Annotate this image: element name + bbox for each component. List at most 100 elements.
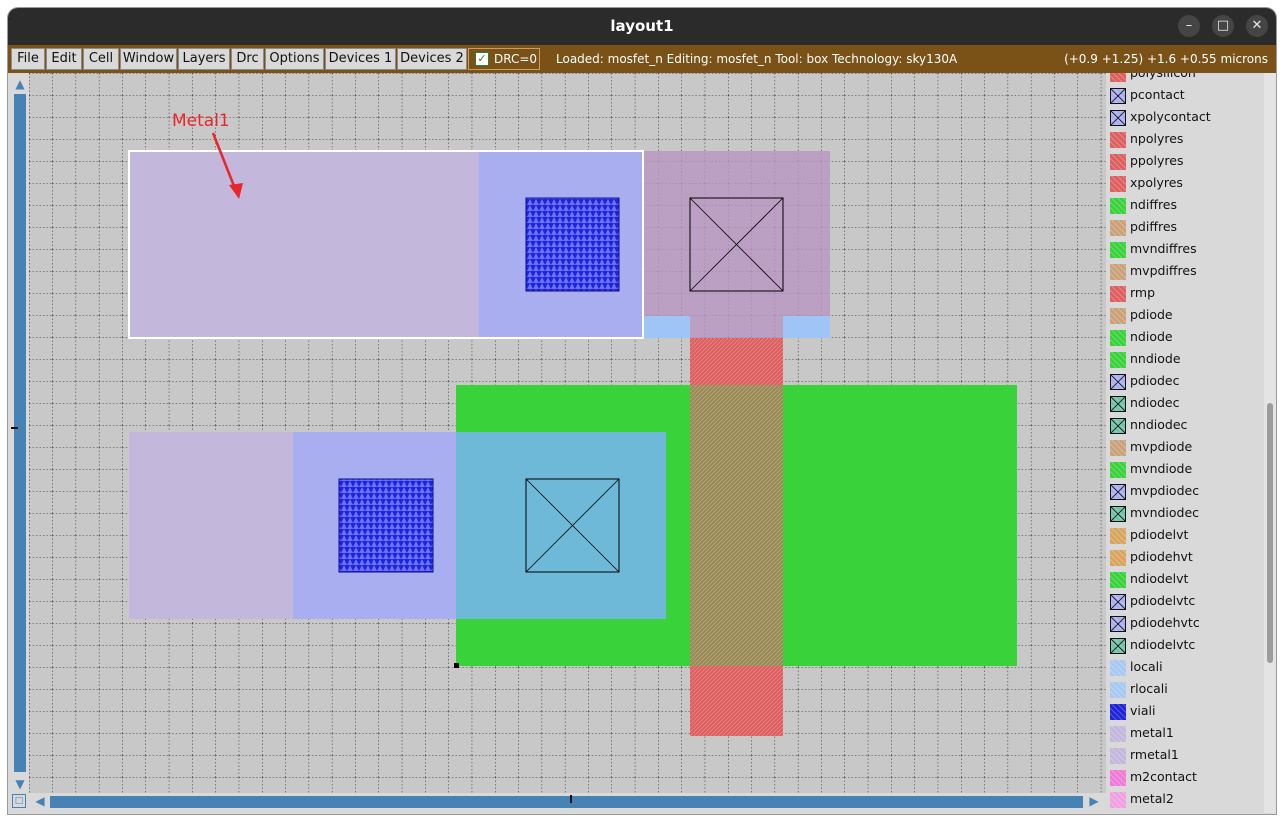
layer-item-ndiode[interactable]: ndiode: [1107, 327, 1264, 349]
layer-item-npolyres[interactable]: npolyres: [1107, 129, 1264, 151]
cursor-coordinates: (+0.9 +1.25) +1.6 +0.55 microns: [1064, 52, 1268, 66]
menu-devices-1[interactable]: Devices 1: [325, 48, 396, 70]
layer-item-rmetal1[interactable]: rmetal1: [1107, 745, 1264, 767]
checkmark-icon[interactable]: ✓: [475, 52, 489, 66]
layer-item-ndiffres[interactable]: ndiffres: [1107, 195, 1264, 217]
layer-label: npolyres: [1130, 131, 1184, 146]
li-swatch-icon: [1110, 682, 1126, 698]
menu-options[interactable]: Options: [265, 48, 324, 70]
res-swatch-icon: [1110, 286, 1126, 302]
menu-cell[interactable]: Cell: [83, 48, 119, 70]
metal-swatch-icon: [1110, 726, 1126, 742]
diode-swatch-icon: [1110, 462, 1126, 478]
diff-swatch-icon: [1110, 220, 1126, 236]
scroll-up-arrow-icon[interactable]: ▲: [12, 76, 28, 92]
drc-toggle[interactable]: ✓ DRC=0: [468, 48, 540, 70]
menu-devices-2[interactable]: Devices 2: [397, 48, 467, 70]
status-text: Loaded: mosfet_n Editing: mosfet_n Tool:…: [556, 52, 958, 66]
layer-item-pdiffres[interactable]: pdiffres: [1107, 217, 1264, 239]
layer-item-xpolyres[interactable]: xpolyres: [1107, 173, 1264, 195]
diode-swatch-icon: [1110, 440, 1126, 456]
layer-item-rlocali[interactable]: rlocali: [1107, 679, 1264, 701]
layer-item-pdiodec[interactable]: pdiodec: [1107, 371, 1264, 393]
layout-window: layout1 – □ ✕ File Edit Cell Window Laye…: [8, 8, 1276, 814]
layer-label: pdiodelvt: [1130, 527, 1189, 542]
metal-swatch-icon: [1110, 748, 1126, 764]
menu-window[interactable]: Window: [120, 48, 177, 70]
layer-label: metal1: [1130, 725, 1174, 740]
menu-layers[interactable]: Layers: [178, 48, 230, 70]
layer-item-mvndiode[interactable]: mvndiode: [1107, 459, 1264, 481]
horizontal-scroll-track[interactable]: [50, 795, 1083, 808]
layer-label: rmetal1: [1130, 747, 1179, 762]
layer-item-m2contact[interactable]: m2contact: [1107, 767, 1264, 789]
layer-item-xpolycontact[interactable]: xpolycontact: [1107, 107, 1264, 129]
layer-item-ndiodelvt[interactable]: ndiodelvt: [1107, 569, 1264, 591]
diff-swatch-icon: [1110, 198, 1126, 214]
minimize-button[interactable]: –: [1178, 15, 1200, 37]
layer-item-mvndiodec[interactable]: mvndiodec: [1107, 503, 1264, 525]
layer-item-pdiodehvt[interactable]: pdiodehvt: [1107, 547, 1264, 569]
layer-item-locali[interactable]: locali: [1107, 657, 1264, 679]
layer-item-nndiodec[interactable]: nndiodec: [1107, 415, 1264, 437]
layer-item-ndiodelvtc[interactable]: ndiodelvtc: [1107, 635, 1264, 657]
close-button[interactable]: ✕: [1246, 15, 1268, 37]
layer-item-mvndiffres[interactable]: mvndiffres: [1107, 239, 1264, 261]
layer-label: pcontact: [1130, 87, 1185, 102]
palette-scrollbar[interactable]: [1264, 73, 1276, 813]
layer-label: m2contact: [1130, 769, 1197, 784]
li-on-diff: [456, 432, 666, 619]
layer-item-mvpdiodec[interactable]: mvpdiodec: [1107, 481, 1264, 503]
palette-scroll-thumb[interactable]: [1267, 403, 1273, 663]
layer-label: mvndiode: [1130, 461, 1193, 476]
diode-swatch-icon: [1110, 572, 1126, 588]
maximize-button[interactable]: □: [1212, 15, 1234, 37]
contact-swatch-icon: [1110, 484, 1126, 500]
layer-item-ndiodec[interactable]: ndiodec: [1107, 393, 1264, 415]
contact-swatch-icon: [1110, 770, 1126, 786]
title-bar[interactable]: layout1 – □ ✕: [8, 8, 1276, 45]
layout-drawing[interactable]: [29, 73, 1106, 793]
layer-item-pdiodelvtc[interactable]: pdiodelvtc: [1107, 591, 1264, 613]
layer-item-viali[interactable]: viali: [1107, 701, 1264, 723]
layer-label: mvpdiffres: [1130, 263, 1197, 278]
diode-swatch-icon: [1110, 352, 1126, 368]
layout-canvas[interactable]: Metal1: [29, 73, 1106, 793]
layer-item-pcontact[interactable]: pcontact: [1107, 85, 1264, 107]
contact-swatch-icon: [1110, 418, 1126, 434]
contact-swatch-icon: [1110, 638, 1126, 654]
scroll-right-arrow-icon[interactable]: ▶: [1086, 793, 1102, 809]
menu-file[interactable]: File: [11, 48, 45, 70]
zoom-box-icon[interactable]: □: [12, 794, 26, 808]
layer-item-nndiode[interactable]: nndiode: [1107, 349, 1264, 371]
layer-label: xpolyres: [1130, 175, 1183, 190]
menu-edit[interactable]: Edit: [46, 48, 82, 70]
layer-item-ppolyres[interactable]: ppolyres: [1107, 151, 1264, 173]
drc-count: DRC=0: [494, 52, 538, 66]
layer-label: pdiodehvtc: [1130, 615, 1200, 630]
poly-swatch-icon: [1110, 73, 1126, 82]
diode-swatch-icon: [1110, 330, 1126, 346]
layer-item-pdiode[interactable]: pdiode: [1107, 305, 1264, 327]
menu-drc[interactable]: Drc: [231, 48, 264, 70]
vertical-scrollbar[interactable]: ▲ ▼: [11, 75, 29, 795]
horizontal-scrollbar[interactable]: □ ◀ ▶: [8, 793, 1106, 811]
layer-item-rmp[interactable]: rmp: [1107, 283, 1264, 305]
via-top: [525, 197, 620, 292]
layer-item-mvpdiffres[interactable]: mvpdiffres: [1107, 261, 1264, 283]
layer-item-metal1[interactable]: metal1: [1107, 723, 1264, 745]
contact-swatch-icon: [1110, 374, 1126, 390]
layer-label: viali: [1130, 703, 1156, 718]
layer-item-metal2[interactable]: metal2: [1107, 789, 1264, 811]
window-title: layout1: [610, 17, 674, 35]
horizontal-scroll-marker[interactable]: [570, 795, 572, 803]
vertical-scroll-track[interactable]: [11, 94, 26, 772]
layer-item-pdiodehvtc[interactable]: pdiodehvtc: [1107, 613, 1264, 635]
layer-item-mvpdiode[interactable]: mvpdiode: [1107, 437, 1264, 459]
layer-item-pdiodelvt[interactable]: pdiodelvt: [1107, 525, 1264, 547]
layer-item-polysilicon[interactable]: polysilicon: [1107, 73, 1264, 85]
scroll-down-arrow-icon[interactable]: ▼: [12, 776, 28, 792]
scroll-left-arrow-icon[interactable]: ◀: [32, 793, 48, 809]
li-swatch-icon: [1110, 660, 1126, 676]
vertical-scroll-marker[interactable]: [11, 427, 18, 429]
